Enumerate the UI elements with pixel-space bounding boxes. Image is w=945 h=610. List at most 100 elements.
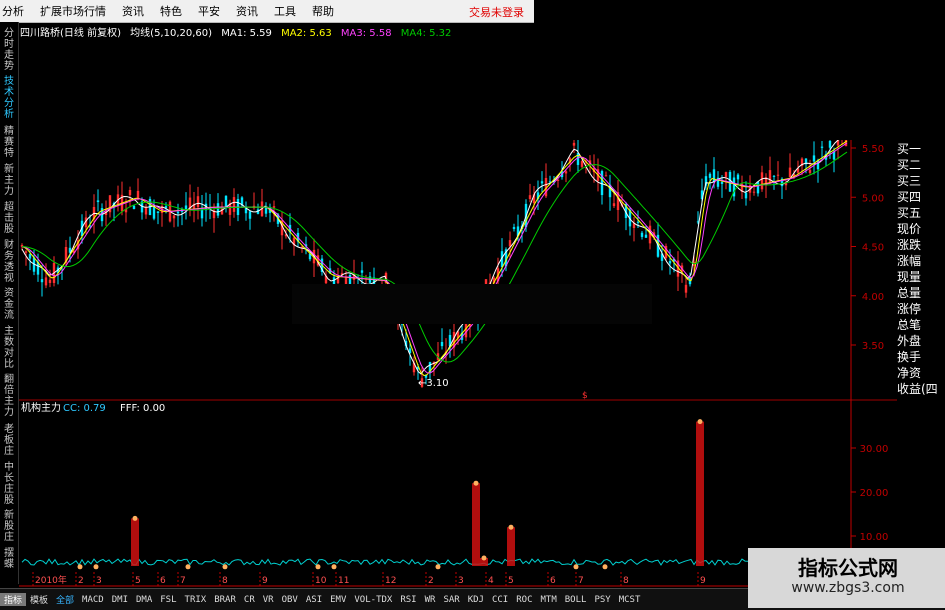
candle-body — [744, 192, 748, 199]
indicator-tick-label: 10.00 — [860, 532, 889, 543]
indicator-spike — [507, 527, 515, 566]
candle-body — [144, 207, 148, 215]
quote-change-label: 涨跌 — [897, 238, 922, 252]
tab-cr[interactable]: CR — [240, 595, 259, 605]
masked-region-top-right — [534, 0, 945, 140]
quote-bid2-label: 买二 — [897, 158, 922, 172]
candle-body — [528, 195, 532, 200]
tab-indicator[interactable]: 指标 — [0, 593, 27, 606]
tab-dma[interactable]: DMA — [132, 595, 156, 605]
indicator-spike — [472, 483, 480, 566]
candle-body — [708, 173, 712, 178]
candle-body — [512, 227, 516, 229]
tab-brar[interactable]: BRAR — [210, 595, 240, 605]
tab-mtm[interactable]: MTM — [537, 595, 561, 605]
indicator-spike-marker — [435, 564, 441, 570]
indicator-name: 机构主力 — [21, 401, 61, 414]
tab-obv[interactable]: OBV — [278, 595, 302, 605]
tab-mcst[interactable]: MCST — [615, 595, 645, 605]
indicator-spike-marker — [602, 564, 608, 570]
time-axis-label: 7 — [180, 576, 186, 586]
time-axis-label: 9 — [262, 576, 268, 586]
time-axis-label: 12 — [385, 576, 396, 586]
price-tick-label: 5.00 — [862, 193, 884, 204]
candlestick-series — [20, 120, 848, 388]
time-axis-label: 6 — [550, 576, 556, 586]
candle-body — [48, 279, 52, 283]
tab-macd[interactable]: MACD — [78, 595, 108, 605]
candle-body — [96, 200, 100, 203]
watermark-logo: 指标公式网 www.zbgs3.com — [748, 548, 945, 608]
candle-body — [736, 174, 740, 180]
candle-body — [360, 270, 364, 273]
candle-body — [24, 251, 28, 253]
candle-body — [580, 161, 584, 167]
candle-body — [508, 240, 512, 247]
tab-rsi[interactable]: RSI — [396, 595, 420, 605]
indicator-spike-marker — [132, 515, 138, 521]
time-axis-label: 11 — [338, 576, 349, 586]
ma1-line — [21, 137, 848, 375]
candle-body — [564, 171, 568, 174]
tab-psy[interactable]: PSY — [590, 595, 614, 605]
candle-body — [184, 205, 188, 210]
tab-sar[interactable]: SAR — [439, 595, 463, 605]
candle-body — [216, 203, 220, 216]
quote-total-vol-label: 总量 — [897, 286, 922, 300]
indicator-spike-marker — [93, 564, 99, 570]
ma4-line — [21, 151, 848, 363]
indicator-spike-marker — [222, 564, 228, 570]
tab-kdj[interactable]: KDJ — [464, 595, 488, 605]
candle-body — [644, 234, 648, 238]
time-axis-label: 4 — [488, 576, 494, 586]
candle-body — [248, 211, 252, 219]
tab-dmi[interactable]: DMI — [108, 595, 132, 605]
tab-wr[interactable]: WR — [421, 595, 440, 605]
indicator-series — [21, 419, 848, 570]
candle-body — [272, 206, 276, 208]
candle-body — [576, 152, 580, 165]
tab-vr[interactable]: VR — [259, 595, 278, 605]
tab-vol-tdx[interactable]: VOL-TDX — [350, 595, 396, 605]
quote-bid4-label: 买四 — [897, 190, 922, 204]
candle-body — [636, 221, 640, 223]
time-axis-label: 5 — [135, 576, 141, 586]
candle-body — [720, 182, 724, 184]
quote-net-assets-label: 净资 — [897, 366, 922, 380]
candle-body — [756, 181, 760, 194]
candle-body — [724, 172, 728, 177]
tab-emv[interactable]: EMV — [326, 595, 350, 605]
tab-all[interactable]: 全部 — [52, 593, 78, 606]
indicator-spike-marker — [185, 564, 191, 570]
candle-body — [760, 172, 764, 190]
candle-body — [232, 197, 236, 212]
candle-body — [752, 191, 756, 193]
tab-template[interactable]: 模板 — [26, 593, 52, 606]
candle-body — [604, 175, 608, 177]
time-axis-label: 8 — [623, 576, 629, 586]
tab-cci[interactable]: CCI — [488, 595, 512, 605]
candle-body — [156, 211, 160, 213]
indicator-spike — [131, 518, 139, 566]
candle-body — [224, 195, 228, 207]
time-axis-label: 10 — [315, 576, 327, 586]
tab-asi[interactable]: ASI — [302, 595, 326, 605]
candle-body — [772, 175, 776, 177]
watermark-title: 指标公式网 — [798, 556, 898, 580]
indicator-spike-marker — [77, 564, 83, 570]
tab-boll[interactable]: BOLL — [561, 595, 591, 605]
tab-roc[interactable]: ROC — [512, 595, 536, 605]
low-price-marker: ←3.10 — [418, 378, 449, 389]
quote-bid1-label: 买一 — [897, 142, 922, 156]
indicator-fff-value: FFF: 0.00 — [120, 403, 165, 414]
quote-turnover-label: 换手 — [897, 350, 922, 364]
indicator-spike-marker — [697, 419, 703, 425]
time-axis-label: 8 — [222, 576, 228, 586]
candle-body — [176, 211, 180, 214]
tab-fsl[interactable]: FSL — [156, 595, 180, 605]
time-axis-label: 9 — [700, 576, 706, 586]
candle-body — [28, 254, 32, 259]
tab-trix[interactable]: TRIX — [181, 595, 211, 605]
candle-body — [440, 341, 444, 347]
masked-region-center — [292, 284, 652, 324]
